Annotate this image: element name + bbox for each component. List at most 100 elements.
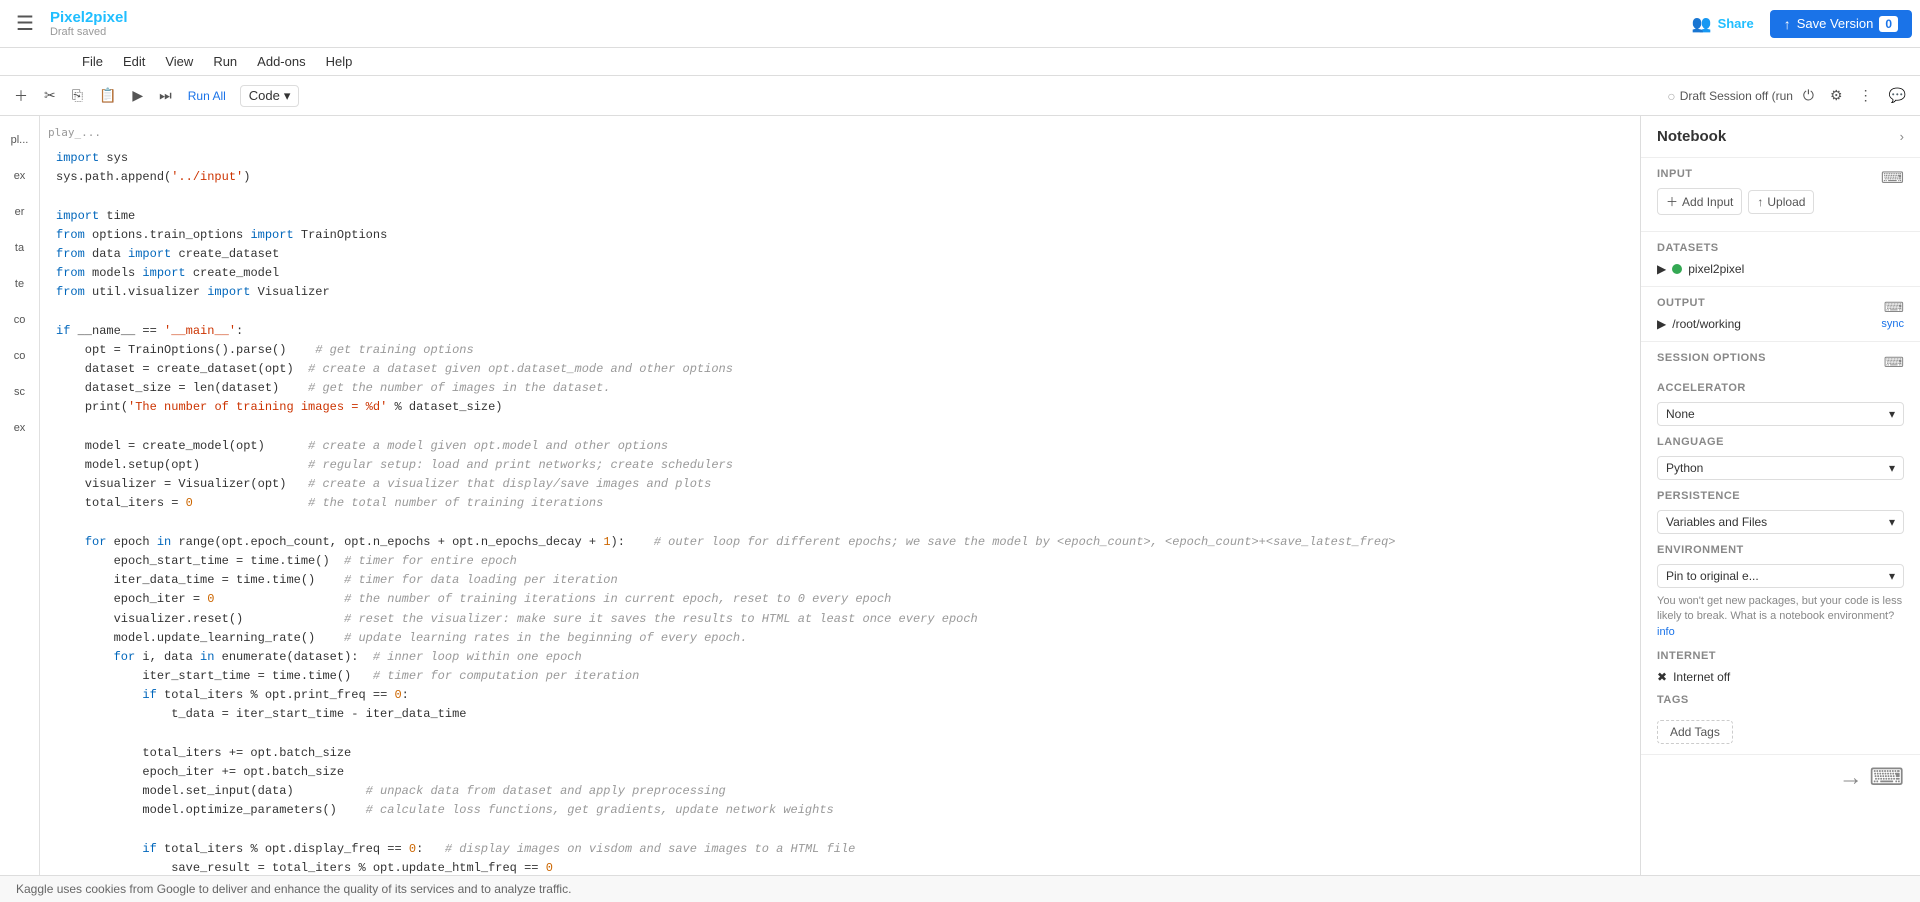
paste-button[interactable]: 📋	[93, 83, 122, 108]
fast-forward-button[interactable]: ⏭	[153, 83, 178, 108]
dropdown-arrow-icon: ▾	[284, 88, 291, 104]
add-tags-button[interactable]: Add Tags	[1657, 720, 1733, 744]
session-status-icon: ○	[1667, 88, 1675, 104]
internet-value: Internet off	[1673, 670, 1730, 684]
session-options-label: Session options	[1657, 352, 1766, 364]
settings-button[interactable]: ⚙	[1824, 83, 1849, 108]
environment-label: ENVIRONMENT	[1657, 544, 1904, 556]
dataset-item[interactable]: ▶ pixel2pixel	[1657, 262, 1904, 276]
persistence-dropdown-icon: ▾	[1889, 515, 1895, 529]
environment-dropdown[interactable]: Pin to original e... ▾	[1657, 564, 1904, 588]
code-editor-area[interactable]: play_... import sys sys.path.append('../…	[40, 116, 1640, 902]
add-input-button[interactable]: ＋ Add Input	[1657, 188, 1742, 215]
remove-icon: ✖	[1657, 670, 1667, 684]
sidebar-item-er[interactable]: er	[4, 196, 36, 228]
language-value: Python	[1666, 461, 1703, 475]
menu-file[interactable]: File	[72, 50, 113, 73]
internet-status: ✖ Internet off	[1657, 670, 1904, 684]
persistence-dropdown[interactable]: Variables and Files ▾	[1657, 510, 1904, 534]
insert-button[interactable]: 💬	[1883, 83, 1912, 108]
info-link[interactable]: info	[1657, 626, 1675, 638]
environment-info: You won't get new packages, but your cod…	[1657, 594, 1904, 640]
more-vert-button[interactable]: ⋮	[1853, 83, 1879, 108]
bottom-arrow-icon: → ⌨	[1641, 755, 1920, 800]
environment-value: Pin to original e...	[1666, 569, 1759, 583]
sidebar-item-play[interactable]: pl...	[4, 124, 36, 156]
cell-label: play_...	[40, 124, 1640, 141]
copy-button[interactable]: ⎘	[66, 83, 89, 108]
output-path: /root/working	[1672, 317, 1741, 331]
language-dropdown-icon: ▾	[1889, 461, 1895, 475]
add-cell-button[interactable]: ＋	[8, 82, 34, 110]
menu-view[interactable]: View	[155, 50, 203, 73]
sidebar-item-ta[interactable]: ta	[4, 232, 36, 264]
right-panel: Notebook › Input ⌨ ＋ Add Input ↑ Upload	[1640, 116, 1920, 902]
bottom-bar-text: Kaggle uses cookies from Google to deliv…	[16, 882, 571, 896]
keyboard-arrow-session-icon: ⌨	[1884, 354, 1904, 371]
power-icons: ⏻ ⚙ ⋮ 💬	[1797, 83, 1912, 108]
menu-help[interactable]: Help	[316, 50, 363, 73]
input-buttons-row: ＋ Add Input ↑ Upload	[1657, 188, 1904, 215]
persistence-value: Variables and Files	[1666, 515, 1767, 529]
output-arrow-icon: ▶	[1657, 317, 1666, 331]
right-panel-header: Notebook ›	[1641, 116, 1920, 158]
code-label: Code	[249, 88, 280, 103]
upload-icon: ↑	[1757, 195, 1763, 209]
sidebar-item-te[interactable]: te	[4, 268, 36, 300]
notebook-title: Notebook	[1657, 128, 1726, 145]
accelerator-value: None	[1666, 407, 1695, 421]
tags-label: TAGS	[1657, 694, 1904, 706]
sidebar-item-ex1[interactable]: ex	[4, 160, 36, 192]
menu-bar: File Edit View Run Add-ons Help	[0, 48, 1920, 76]
sync-button[interactable]: sync	[1881, 318, 1904, 330]
output-path-item[interactable]: ▶ /root/working	[1657, 317, 1741, 331]
output-label: Output	[1657, 297, 1705, 309]
share-area: 👥 Share	[1692, 14, 1754, 34]
dataset-name: pixel2pixel	[1688, 262, 1744, 276]
sidebar-item-sc[interactable]: sc	[4, 376, 36, 408]
toolbar: ＋ ✂ ⎘ 📋 ▶ ⏭ Run All Code ▾ ○ Draft Sessi…	[0, 76, 1920, 116]
logo-area: Pixel2pixel Draft saved	[50, 9, 128, 38]
accelerator-dropdown-icon: ▾	[1889, 407, 1895, 421]
upload-label: Upload	[1767, 195, 1805, 209]
accelerator-label: ACCELERATOR	[1657, 382, 1904, 394]
environment-dropdown-icon: ▾	[1889, 569, 1895, 583]
left-sidebar: pl... ex er ta te co co sc ex	[0, 116, 40, 902]
run-all-button[interactable]: Run All	[182, 85, 232, 107]
sidebar-item-co2[interactable]: co	[4, 340, 36, 372]
output-section: Output ⌨ ▶ /root/working sync	[1641, 287, 1920, 342]
draft-saved-status: Draft saved	[50, 26, 128, 38]
menu-icon[interactable]: ☰	[8, 7, 42, 40]
code-content[interactable]: import sys sys.path.append('../input') i…	[40, 141, 1640, 902]
play-button[interactable]: ▶	[126, 83, 149, 108]
menu-addons[interactable]: Add-ons	[247, 50, 315, 73]
accelerator-dropdown[interactable]: None ▾	[1657, 402, 1904, 426]
update-icon: ↑	[1784, 16, 1791, 32]
share-button[interactable]: Share	[1718, 16, 1754, 31]
internet-label: INTERNET	[1657, 650, 1904, 662]
save-version-badge: 0	[1879, 16, 1898, 32]
keyboard-arrow-icon: ›	[1900, 129, 1904, 144]
datasets-section: DATASETS ▶ pixel2pixel	[1641, 232, 1920, 287]
language-dropdown[interactable]: Python ▾	[1657, 456, 1904, 480]
add-input-label: Add Input	[1682, 195, 1733, 209]
top-bar: ☰ Pixel2pixel Draft saved 👥 Share ↑ Save…	[0, 0, 1920, 48]
session-info: ○ Draft Session off (run	[1667, 88, 1793, 104]
save-version-button[interactable]: ↑ Save Version 0	[1770, 10, 1912, 38]
language-label: LANGUAGE	[1657, 436, 1904, 448]
session-options-section: Session options ⌨ ACCELERATOR None ▾ LAN…	[1641, 342, 1920, 755]
people-icon: 👥	[1692, 14, 1712, 34]
main-layout: pl... ex er ta te co co sc ex play_... i…	[0, 116, 1920, 902]
menu-run[interactable]: Run	[203, 50, 247, 73]
cut-button[interactable]: ✂	[38, 83, 62, 108]
datasets-label: DATASETS	[1657, 242, 1904, 254]
dataset-arrow-icon: ▶	[1657, 262, 1666, 276]
cell-container: play_... import sys sys.path.append('../…	[40, 124, 1640, 902]
code-type-dropdown[interactable]: Code ▾	[240, 85, 300, 107]
power-settings-button[interactable]: ⏻	[1797, 83, 1820, 108]
upload-button[interactable]: ↑ Upload	[1748, 190, 1814, 214]
sidebar-item-ex2[interactable]: ex	[4, 412, 36, 444]
menu-edit[interactable]: Edit	[113, 50, 155, 73]
input-label: Input	[1657, 168, 1693, 180]
sidebar-item-co1[interactable]: co	[4, 304, 36, 336]
